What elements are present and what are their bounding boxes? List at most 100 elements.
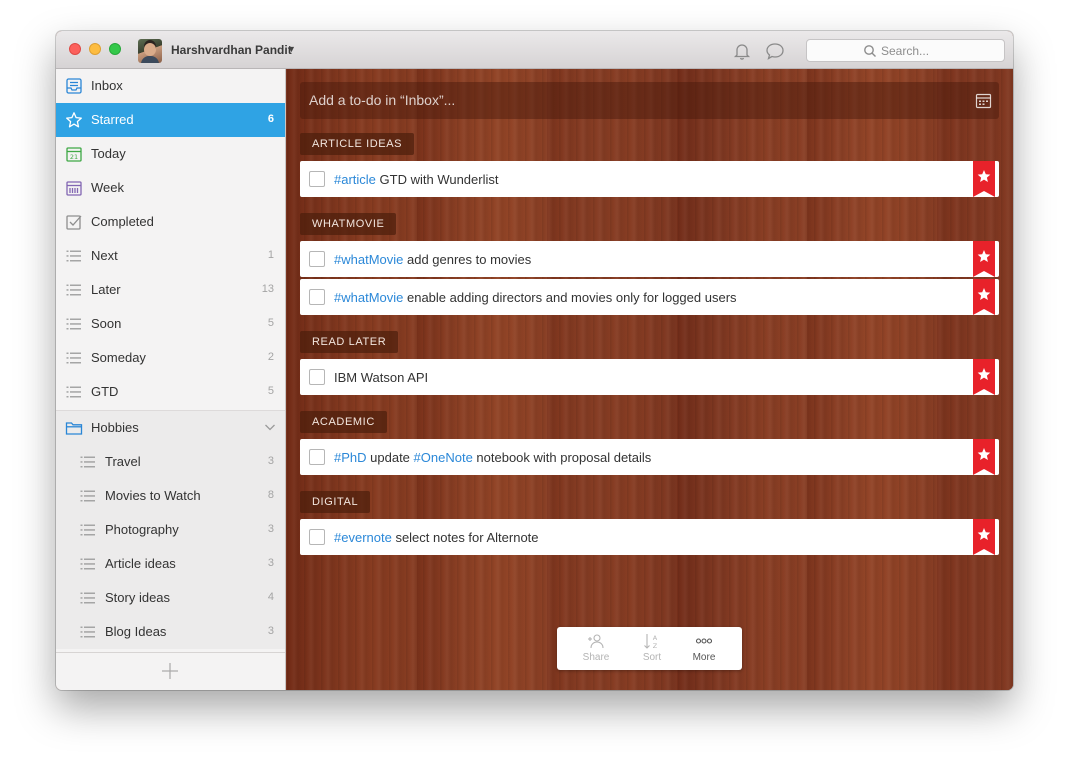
task-checkbox[interactable] (309, 449, 325, 465)
inbox-icon (66, 78, 82, 94)
sidebar-item-count: 3 (267, 557, 274, 569)
sidebar-item-count: 5 (267, 317, 274, 329)
svg-text:21: 21 (70, 153, 78, 161)
task-row[interactable]: IBM Watson API (300, 359, 999, 395)
list-icon (66, 250, 81, 262)
sidebar-item-movies-to-watch[interactable]: Movies to Watch 8 (56, 479, 285, 513)
task-row[interactable]: #evernote select notes for Alternote (300, 519, 999, 555)
hashtag-link[interactable]: #article (334, 172, 376, 187)
sidebar-item-story-ideas[interactable]: Story ideas 4 (56, 581, 285, 615)
sidebar-item-soon[interactable]: Soon 5 (56, 307, 285, 341)
sidebar-item-label: Someday (91, 350, 146, 365)
hashtag-link[interactable]: #PhD (334, 450, 367, 465)
star-flag-icon[interactable] (973, 241, 995, 277)
sidebar-item-gtd[interactable]: GTD 5 (56, 375, 285, 409)
sidebar-item-count: 8 (267, 489, 274, 501)
hashtag-link[interactable]: #whatMovie (334, 290, 403, 305)
task-title[interactable]: #article GTD with Wunderlist (334, 172, 499, 187)
checkbox-icon (66, 215, 82, 230)
sidebar-item-label: Photography (105, 522, 179, 537)
sort-az-icon: A Z (644, 634, 658, 649)
more-button[interactable]: More (679, 633, 729, 667)
share-user-icon (588, 634, 604, 649)
sidebar-item-blog-ideas[interactable]: Blog Ideas 3 (56, 615, 285, 649)
account-name[interactable]: Harshvardhan Pandit (171, 43, 292, 57)
sidebar-item-later[interactable]: Later 13 (56, 273, 285, 307)
sidebar-item-label: Inbox (91, 78, 123, 93)
close-window-button[interactable] (69, 43, 81, 55)
task-title[interactable]: #PhD update #OneNote notebook with propo… (334, 450, 651, 465)
search-field[interactable]: Search... (806, 39, 1005, 62)
add-list-button[interactable] (161, 662, 179, 680)
task-text: GTD with Wunderlist (375, 172, 499, 187)
section-header-academic: ACADEMIC (300, 411, 387, 433)
sidebar-item-label: Soon (91, 316, 122, 331)
sidebar-item-photography[interactable]: Photography 3 (56, 513, 285, 547)
add-todo-input[interactable]: Add a to-do in “Inbox”... (300, 82, 999, 119)
avatar[interactable] (138, 39, 162, 63)
hashtag-link[interactable]: #whatMovie (334, 252, 403, 267)
minimize-window-button[interactable] (89, 43, 101, 55)
hashtag-link[interactable]: #OneNote (414, 450, 473, 465)
sidebar-item-count: 2 (267, 351, 274, 363)
sidebar-item-completed[interactable]: Completed (56, 205, 285, 239)
bell-icon[interactable] (732, 41, 752, 61)
sidebar-item-next[interactable]: Next 1 (56, 239, 285, 273)
star-flag-icon[interactable] (973, 359, 995, 395)
star-flag-icon[interactable] (973, 161, 995, 197)
add-todo-placeholder: Add a to-do in “Inbox”... (309, 92, 456, 108)
task-row[interactable]: #article GTD with Wunderlist (300, 161, 999, 197)
sidebar-item-count: 4 (267, 591, 274, 603)
task-checkbox[interactable] (309, 171, 325, 187)
task-title[interactable]: IBM Watson API (334, 370, 428, 385)
sidebar-item-week[interactable]: Week (56, 171, 285, 205)
task-checkbox[interactable] (309, 251, 325, 267)
task-checkbox[interactable] (309, 529, 325, 545)
folder-icon (65, 422, 83, 435)
task-title[interactable]: #whatMovie add genres to movies (334, 252, 531, 267)
task-list-area: Add a to-do in “Inbox”... ARTICLE IDEAS … (287, 69, 1013, 690)
sort-label: Sort (642, 652, 662, 663)
sidebar-item-inbox[interactable]: Inbox (56, 69, 285, 103)
share-button[interactable]: Share (571, 633, 621, 667)
sidebar-folder-hobbies[interactable]: Hobbies (56, 411, 285, 445)
svg-text:A: A (653, 634, 658, 642)
task-text: notebook with proposal details (472, 450, 652, 465)
sidebar-item-count: 5 (267, 385, 274, 397)
task-checkbox[interactable] (309, 289, 325, 305)
task-text: IBM Watson API (334, 370, 429, 385)
svg-text:Z: Z (653, 642, 658, 649)
task-checkbox[interactable] (309, 369, 325, 385)
task-row[interactable]: #whatMovie enable adding directors and m… (300, 279, 999, 315)
sidebar-item-count: 13 (261, 283, 274, 295)
list-icon (80, 456, 95, 468)
sidebar-item-starred[interactable]: Starred 6 (56, 103, 285, 137)
star-flag-icon[interactable] (973, 439, 995, 475)
star-flag-icon[interactable] (973, 279, 995, 315)
sidebar-item-count: 3 (267, 523, 274, 535)
sort-button[interactable]: A Z Sort (627, 633, 677, 667)
sidebar-item-count: 6 (267, 113, 274, 125)
calendar-today-icon: 21 (66, 147, 82, 162)
chevron-down-icon[interactable] (264, 421, 276, 433)
list-icon (80, 524, 95, 536)
task-row[interactable]: #whatMovie add genres to movies (300, 241, 999, 277)
more-label: More (692, 652, 716, 663)
chat-icon[interactable] (765, 41, 785, 61)
hashtag-link[interactable]: #evernote (334, 530, 392, 545)
star-flag-icon[interactable] (973, 519, 995, 555)
sidebar-item-travel[interactable]: Travel 3 (56, 445, 285, 479)
sidebar-item-article-ideas[interactable]: Article ideas 3 (56, 547, 285, 581)
task-row[interactable]: #PhD update #OneNote notebook with propo… (300, 439, 999, 475)
zoom-window-button[interactable] (109, 43, 121, 55)
section-header-whatmovie: WHATMOVIE (300, 213, 397, 235)
task-title[interactable]: #whatMovie enable adding directors and m… (334, 290, 737, 305)
sidebar-item-label: Travel (105, 454, 141, 469)
account-caret-icon[interactable]: ▼ (287, 44, 296, 54)
list-toolbar: Share A Z Sort More (557, 627, 742, 670)
sidebar-item-someday[interactable]: Someday 2 (56, 341, 285, 375)
task-title[interactable]: #evernote select notes for Alternote (334, 530, 539, 545)
sidebar-item-today[interactable]: 21 Today (56, 137, 285, 171)
due-date-calendar-icon[interactable] (975, 92, 992, 109)
sidebar-folder-label: Hobbies (91, 420, 139, 435)
